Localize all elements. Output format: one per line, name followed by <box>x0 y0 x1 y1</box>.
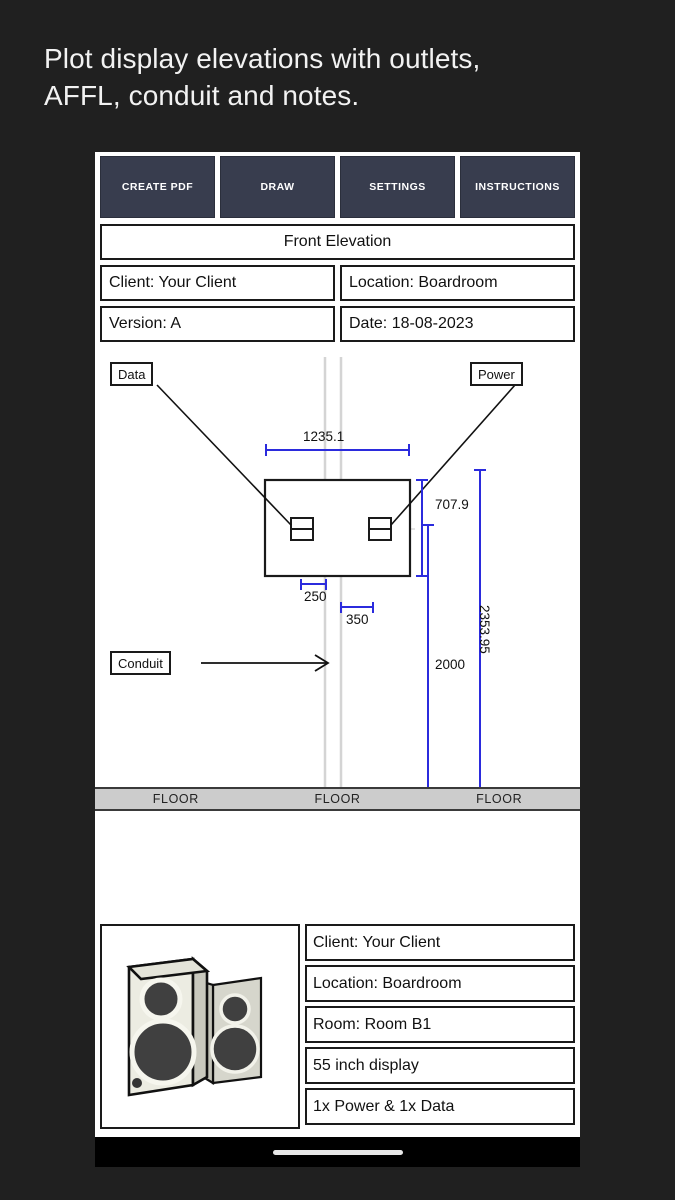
spec-row-room[interactable]: Room: Room B1 <box>305 1006 575 1043</box>
dimension-width <box>265 444 410 456</box>
instructions-button[interactable]: INSTRUCTIONS <box>460 156 575 218</box>
outlet-data <box>290 517 314 541</box>
create-pdf-button[interactable]: CREATE PDF <box>100 156 215 218</box>
callout-data[interactable]: Data <box>110 362 154 386</box>
speaker-pair-icon <box>126 955 263 1097</box>
floor-label-center: FLOOR <box>314 792 361 806</box>
elevation-drawing[interactable]: Data Power Conduit 1235.1 707.9 250 350 … <box>95 357 580 787</box>
draw-button[interactable]: DRAW <box>220 156 335 218</box>
dimension-affl <box>422 524 434 787</box>
settings-button[interactable]: SETTINGS <box>340 156 455 218</box>
date-field[interactable]: Date: 18-08-2023 <box>340 306 575 342</box>
speaker-front <box>126 955 211 1097</box>
header-version-row: Version: A Date: 18-08-2023 <box>100 306 575 342</box>
outlet-power <box>368 517 392 541</box>
leader-line-data <box>156 384 292 526</box>
callout-power[interactable]: Power <box>470 362 523 386</box>
toolbar: CREATE PDF DRAW SETTINGS INSTRUCTIONS <box>95 156 580 218</box>
elevation-title-field[interactable]: Front Elevation <box>100 224 575 260</box>
location-field[interactable]: Location: Boardroom <box>340 265 575 301</box>
spec-row-display[interactable]: 55 inch display <box>305 1047 575 1084</box>
summary-section: Client: Your Client Location: Boardroom … <box>100 924 575 1129</box>
header-fields: Front Elevation Client: Your Client Loca… <box>100 224 575 347</box>
equipment-thumbnail[interactable] <box>100 924 300 1129</box>
dimension-affl-label: 2000 <box>435 657 466 672</box>
home-indicator[interactable] <box>272 1149 403 1155</box>
floor-label-right: FLOOR <box>476 792 523 806</box>
speaker-rear <box>201 976 263 1085</box>
leader-arrow-conduit <box>201 654 330 672</box>
app-root: Plot display elevations with outlets, AF… <box>0 0 675 1200</box>
page-title: Plot display elevations with outlets, AF… <box>44 43 481 112</box>
callout-conduit[interactable]: Conduit <box>110 651 171 675</box>
floor-label-left: FLOOR <box>152 792 199 806</box>
home-bar <box>95 1137 580 1167</box>
spec-row-outlets[interactable]: 1x Power & 1x Data <box>305 1088 575 1125</box>
dimension-width-label: 1235.1 <box>303 429 345 444</box>
dimension-offset-left-label: 250 <box>304 589 327 604</box>
version-field[interactable]: Version: A <box>100 306 335 342</box>
spec-row-client[interactable]: Client: Your Client <box>305 924 575 961</box>
header-client-row: Client: Your Client Location: Boardroom <box>100 265 575 301</box>
dimension-height-label: 707.9 <box>435 497 469 512</box>
app-card: CREATE PDF DRAW SETTINGS INSTRUCTIONS Fr… <box>95 152 580 1137</box>
client-field[interactable]: Client: Your Client <box>100 265 335 301</box>
dimension-offset-right-label: 350 <box>346 612 369 627</box>
header-title-row: Front Elevation <box>100 224 575 260</box>
dimension-overall-label: 2353.95 <box>477 605 492 654</box>
spec-list: Client: Your Client Location: Boardroom … <box>305 924 575 1129</box>
floor-band: FLOOR FLOOR FLOOR <box>95 787 580 811</box>
spec-row-location[interactable]: Location: Boardroom <box>305 965 575 1002</box>
elevation-svg <box>156 357 516 787</box>
